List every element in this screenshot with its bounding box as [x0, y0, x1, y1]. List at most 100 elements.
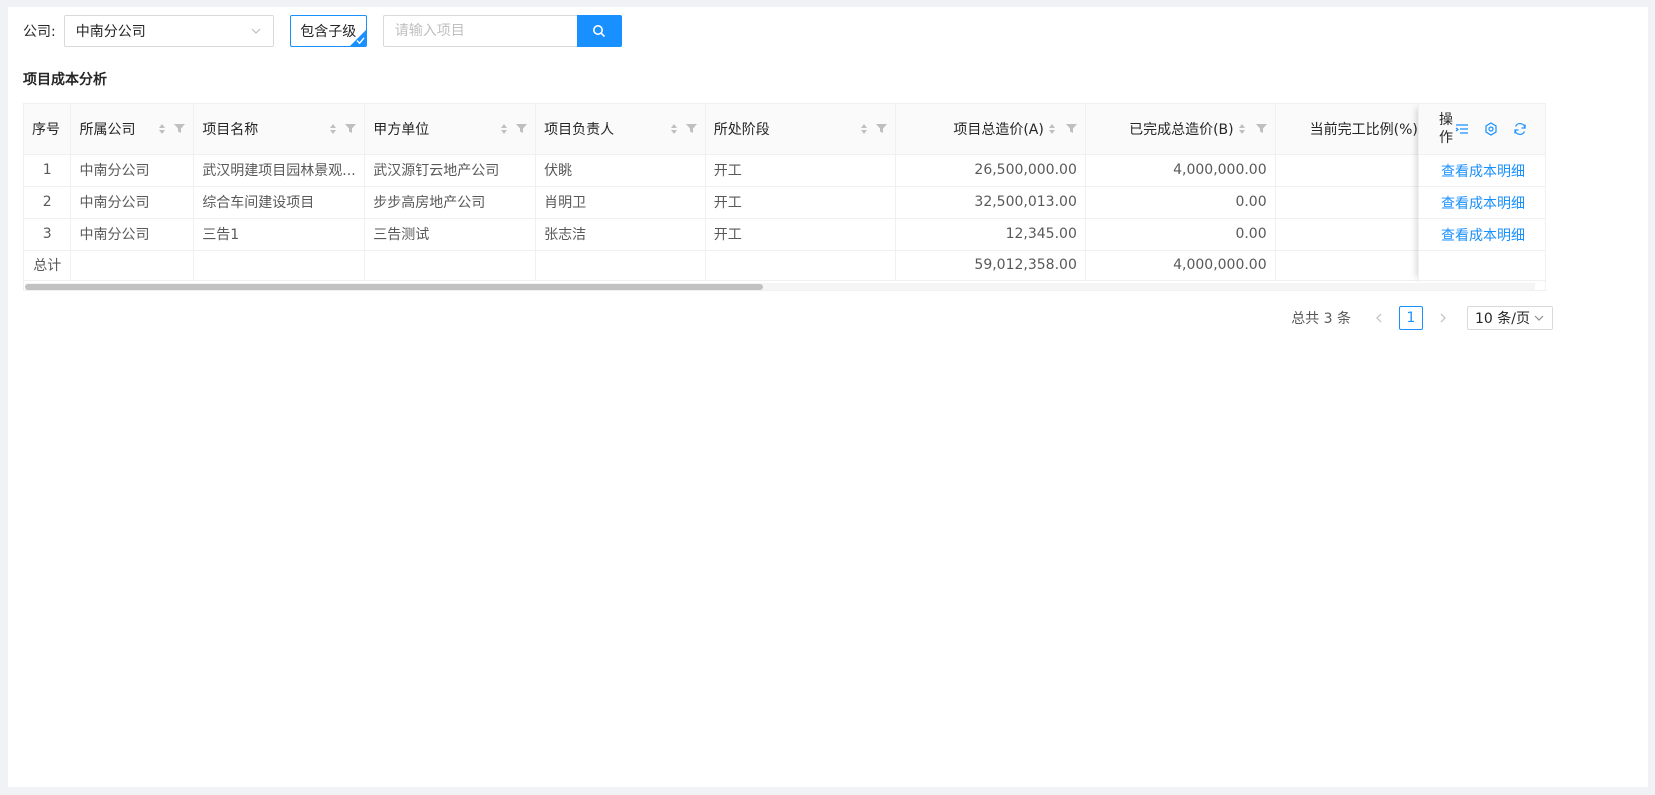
cost-analysis-table: 序号 所属公司 项目名称 甲方单位 项目负责人 所处阶段 项目总造价(A) 已完… — [23, 103, 1546, 291]
col-header-stage[interactable]: 所处阶段 — [705, 104, 897, 155]
view-cost-detail-link[interactable]: 查看成本明细 — [1441, 225, 1525, 245]
page-item-current[interactable]: 1 — [1399, 306, 1423, 330]
col-header-label: 项目总造价(A) — [953, 121, 1044, 138]
summary-label: 总计 — [24, 250, 72, 281]
sort-icon[interactable] — [500, 123, 508, 135]
summary-total: 59,012,358.00 — [895, 250, 1086, 281]
include-sub-label: 包含子级 — [300, 24, 357, 40]
cell-stage: 开工 — [705, 218, 897, 251]
cell-manager: 肖明卫 — [535, 186, 706, 219]
action-header: 操作 — [1419, 104, 1545, 155]
col-header-company[interactable]: 所属公司 — [70, 104, 195, 155]
cell-index: 2 — [24, 186, 72, 219]
summary-empty — [193, 250, 366, 281]
next-page-button[interactable] — [1431, 306, 1455, 330]
summary-completed: 4,000,000.00 — [1085, 250, 1276, 281]
table-header-row: 序号 所属公司 项目名称 甲方单位 项目负责人 所处阶段 项目总造价(A) 已完… — [24, 104, 1545, 155]
cell-completed: 4,000,000.00 — [1085, 154, 1276, 187]
summary-empty — [535, 250, 706, 281]
cell-total: 12,345.00 — [895, 218, 1086, 251]
sort-icon[interactable] — [670, 123, 678, 135]
column-setting-icon[interactable] — [1455, 122, 1469, 136]
sort-icon[interactable] — [158, 123, 166, 135]
scrollbar-thumb[interactable] — [25, 284, 763, 290]
table-row: 3 中南分公司 三告1 三告测试 张志洁 开工 12,345.00 0.00 — [24, 218, 1545, 251]
cell-completed: 0.00 — [1085, 218, 1276, 251]
search-button[interactable] — [576, 15, 622, 47]
col-header-total[interactable]: 项目总造价(A) — [895, 104, 1086, 155]
cell-total: 32,500,013.00 — [895, 186, 1086, 219]
company-select[interactable]: 中南分公司 — [63, 15, 274, 47]
filter-icon[interactable] — [685, 123, 697, 134]
include-sub-toggle[interactable]: 包含子级 — [289, 15, 367, 47]
table-row: 1 中南分公司 武汉明建项目园林景观... 武汉源钉云地产公司 伏眺 开工 26… — [24, 154, 1545, 187]
filter-icon[interactable] — [1255, 123, 1267, 134]
table-tools — [1455, 122, 1527, 136]
action-cell: 查看成本明细 — [1419, 187, 1545, 219]
cell-manager: 伏眺 — [535, 154, 706, 187]
view-cost-detail-link[interactable]: 查看成本明细 — [1441, 193, 1525, 213]
horizontal-scrollbar[interactable] — [25, 283, 1535, 290]
sort-icon[interactable] — [860, 123, 868, 135]
sort-icon[interactable] — [329, 123, 337, 135]
sort-icon[interactable] — [1048, 123, 1056, 135]
action-cell: 查看成本明细 — [1419, 155, 1545, 187]
filter-icon[interactable] — [1065, 123, 1077, 134]
chevron-down-icon — [251, 28, 261, 34]
filter-icon[interactable] — [516, 123, 528, 134]
chevron-down-icon — [1534, 315, 1544, 321]
section-title: 项目成本分析 — [23, 72, 107, 88]
summary-empty — [705, 250, 897, 281]
cell-company: 中南分公司 — [70, 186, 195, 219]
cell-company: 中南分公司 — [70, 154, 195, 187]
pagination-total: 总共 3 条 — [1291, 311, 1351, 327]
summary-empty — [364, 250, 537, 281]
search-group — [382, 15, 622, 47]
cell-stage: 开工 — [705, 154, 897, 187]
cell-project: 综合车间建设项目 — [193, 186, 366, 219]
prev-page-button[interactable] — [1367, 306, 1391, 330]
col-header-label: 所属公司 — [79, 121, 136, 138]
cell-company: 中南分公司 — [70, 218, 195, 251]
col-header-project[interactable]: 项目名称 — [193, 104, 366, 155]
cell-index: 1 — [24, 154, 72, 187]
sort-icon[interactable] — [1238, 123, 1246, 135]
table: 序号 所属公司 项目名称 甲方单位 项目负责人 所处阶段 项目总造价(A) 已完… — [24, 104, 1545, 281]
filter-icon[interactable] — [876, 123, 888, 134]
check-icon — [356, 37, 365, 45]
company-label: 公司: — [23, 24, 56, 40]
filter-icon[interactable] — [174, 123, 186, 134]
col-header-label: 已完成总造价(B) — [1129, 121, 1234, 138]
action-cell-summary — [1419, 251, 1545, 281]
col-header-manager[interactable]: 项目负责人 — [535, 104, 706, 155]
page-size-select[interactable]: 10 条/页 — [1467, 306, 1553, 330]
page: 公司: 中南分公司 包含子级 项目成本分析 序号 所属公司 — [8, 7, 1648, 787]
chevron-right-icon — [1440, 313, 1446, 323]
col-header-index: 序号 — [24, 104, 72, 155]
col-header-label: 甲方单位 — [373, 121, 430, 138]
col-header-completed[interactable]: 已完成总造价(B) — [1085, 104, 1276, 155]
pagination: 总共 3 条 1 10 条/页 — [1291, 306, 1553, 330]
page-size-value: 10 条/页 — [1475, 311, 1530, 327]
refresh-icon[interactable] — [1513, 122, 1527, 136]
col-header-client[interactable]: 甲方单位 — [364, 104, 537, 155]
cell-total: 26,500,000.00 — [895, 154, 1086, 187]
cell-stage: 开工 — [705, 186, 897, 219]
cell-project: 武汉明建项目园林景观... — [193, 154, 366, 187]
cell-client: 三告测试 — [364, 218, 537, 251]
chevron-left-icon — [1376, 313, 1382, 323]
search-icon — [593, 25, 606, 38]
settings-icon[interactable] — [1484, 122, 1498, 136]
search-input[interactable] — [382, 15, 577, 47]
action-cell: 查看成本明细 — [1419, 219, 1545, 251]
col-header-label: 项目负责人 — [544, 121, 615, 138]
table-row: 2 中南分公司 综合车间建设项目 步步高房地产公司 肖明卫 开工 32,500,… — [24, 186, 1545, 219]
filter-icon[interactable] — [345, 123, 357, 134]
cell-manager: 张志洁 — [535, 218, 706, 251]
cell-client: 步步高房地产公司 — [364, 186, 537, 219]
view-cost-detail-link[interactable]: 查看成本明细 — [1441, 161, 1525, 181]
col-header-label: 项目名称 — [202, 121, 259, 138]
summary-row: 总计 59,012,358.00 4,000,000.00 — [24, 250, 1545, 281]
cell-client: 武汉源钉云地产公司 — [364, 154, 537, 187]
toolbar: 公司: 中南分公司 包含子级 — [23, 15, 622, 47]
